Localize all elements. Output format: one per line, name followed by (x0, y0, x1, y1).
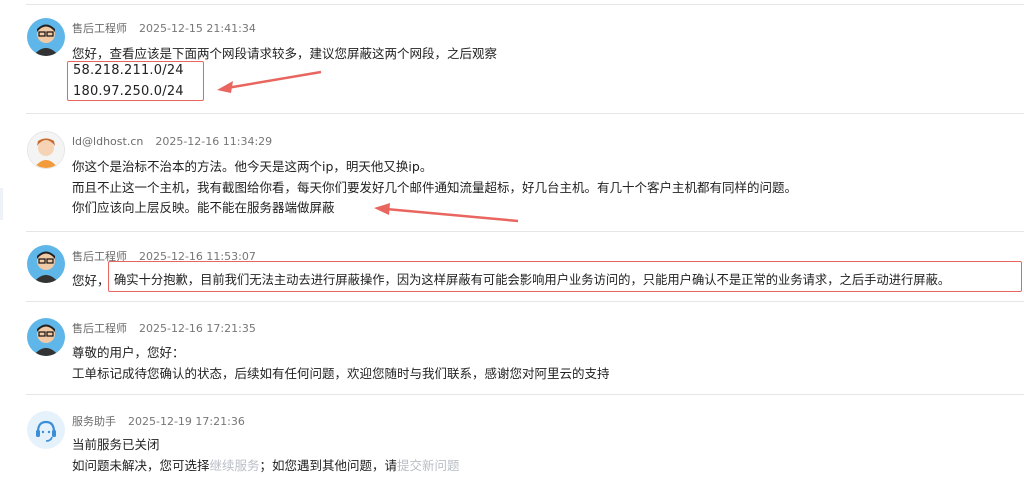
closing-middle: ；如您遇到其他问题，请 (259, 458, 398, 473)
annotation-arrow (374, 203, 519, 223)
separator (26, 4, 1024, 5)
assistant-avatar (27, 411, 65, 449)
annotation-box (108, 261, 1022, 292)
message-time: 2025-12-19 17:21:36 (128, 415, 245, 428)
message-text: 工单标记成待您确认的状态，后续如有任何问题，欢迎您随时与我们联系，感谢您对阿里云… (72, 366, 610, 381)
annotation-box (67, 61, 204, 101)
sender-name: ld@ldhost.cn (72, 135, 144, 148)
closing-prefix: 如问题未解决，您可选择 (72, 458, 210, 473)
message-time: 2025-12-16 11:34:29 (155, 135, 273, 148)
annotation-arrow (217, 70, 322, 93)
engineer-avatar (27, 18, 65, 56)
message-text: 而且不止这一个主机，我有截图给你看，每天你们要发好几个邮件通知流量超标，好几台主… (72, 180, 798, 195)
message-time: 2025-12-16 17:21:35 (139, 322, 256, 335)
message-text: 你这个是治标不治本的方法。他今天是这两个ip，明天他又换ip。 (72, 159, 433, 174)
scroll-edge (0, 188, 3, 220)
sender-name: 售后工程师 (72, 22, 127, 35)
continue-service-link[interactable]: 继续服务 (210, 458, 260, 473)
submit-new-issue-link[interactable]: 提交新问题 (397, 458, 460, 473)
message-text: 您好，查看应该是下面两个网段请求较多，建议您屏蔽这两个网段，之后观察 (72, 46, 498, 61)
sender-name: 售后工程师 (72, 322, 127, 335)
message-text: 当前服务已关闭 (72, 437, 160, 452)
message-text: 尊敬的用户，您好： (72, 345, 185, 360)
separator (26, 113, 1024, 114)
user-avatar (27, 131, 65, 169)
engineer-avatar (27, 318, 65, 356)
separator (26, 301, 1024, 302)
engineer-avatar (27, 245, 65, 283)
sender-name: 服务助手 (72, 415, 116, 428)
separator (26, 394, 1024, 395)
message-time: 2025-12-15 21:41:34 (139, 22, 256, 35)
message-text: 你们应该向上层反映。能不能在服务器端做屏蔽 (72, 200, 335, 215)
separator (26, 231, 1024, 232)
closing-text: 如问题未解决，您可选择继续服务；如您遇到其他问题，请提交新问题 (72, 455, 460, 474)
message-greeting: 您好， (72, 273, 110, 288)
